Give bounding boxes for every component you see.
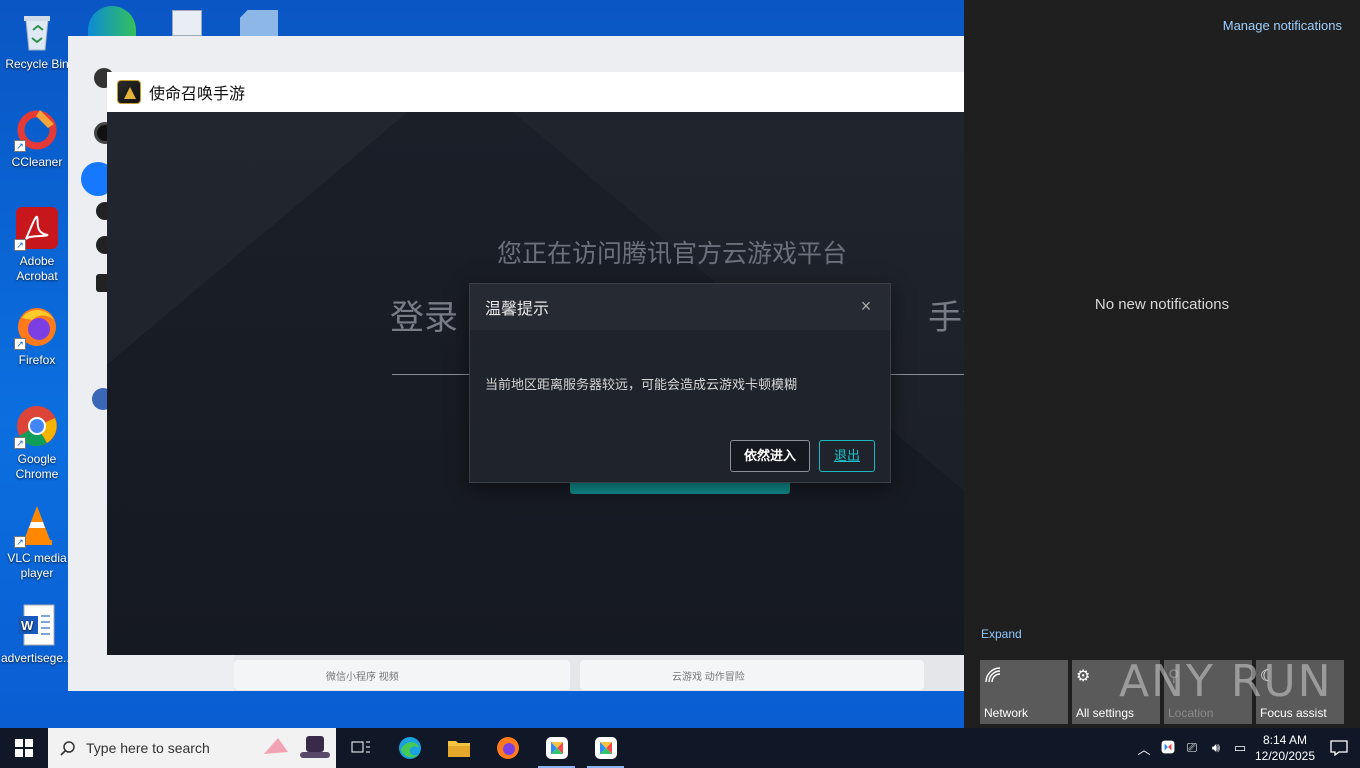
dialog-header: 温馨提示 × — [470, 284, 890, 330]
firefox-icon — [496, 737, 519, 759]
file-desktop-icon-partial[interactable] — [240, 10, 278, 36]
windows-logo-icon — [15, 739, 33, 757]
exit-button[interactable]: 退出 — [819, 440, 875, 472]
search-highlight-icon — [260, 732, 330, 764]
task-view-icon — [351, 741, 370, 753]
task-view-button[interactable] — [336, 728, 385, 768]
desktop-icon-label: Adobe Acrobat — [16, 254, 58, 283]
gear-icon: ⚙ — [1076, 668, 1091, 685]
expand-link[interactable]: Expand — [981, 627, 1022, 641]
clock-date: 12/20/2025 — [1254, 749, 1316, 763]
taskbar: Type here to search ︿ ⎚ 🔊︎ ▭ 8:14 AM 12/… — [0, 728, 1360, 768]
taskbar-cloud-game-button[interactable] — [581, 728, 630, 768]
bg-app-card[interactable] — [580, 660, 924, 690]
firefox-icon: ↗ — [14, 304, 60, 350]
vlc-cone-icon: ↗ — [14, 502, 60, 548]
desktop-icon-ccleaner[interactable]: ↗ CCleaner — [0, 106, 74, 170]
edge-desktop-icon-partial[interactable] — [88, 6, 136, 36]
game-titlebar[interactable]: 使命召唤手游 — [107, 72, 964, 112]
cloud-game-tray-icon[interactable] — [1156, 740, 1180, 757]
quick-action-network[interactable]: Network — [980, 660, 1068, 724]
cloud-game-app-icon — [594, 737, 617, 759]
desktop-icon-word-document[interactable]: W advertisege... — [0, 602, 74, 666]
taskbar-cloud-game-button[interactable] — [532, 728, 581, 768]
bg-app-card-text: 微信小程序 视频 — [326, 672, 399, 683]
folder-icon — [447, 741, 470, 757]
anyrun-watermark: ANY RUN — [1119, 656, 1333, 707]
tile-label: Location — [1168, 706, 1214, 720]
shortcut-arrow-icon: ↗ — [14, 536, 26, 548]
chrome-icon: ↗ — [14, 403, 60, 449]
game-subtitle: 您正在访问腾讯官方云游戏平台 — [497, 240, 848, 268]
shortcut-arrow-icon: ↗ — [14, 140, 26, 152]
tile-label: Focus assist — [1260, 706, 1327, 720]
game-window-title: 使命召唤手游 — [149, 86, 246, 103]
bg-app-card-text: 云游戏 动作冒险 — [672, 672, 745, 683]
tile-label: All settings — [1076, 706, 1135, 720]
desktop-icon-label: Firefox — [18, 353, 56, 367]
desktop-icon-adobe-acrobat[interactable]: ↗ Adobe Acrobat — [0, 205, 74, 284]
game-logo-icon — [117, 80, 141, 104]
desktop-icon-label: CCleaner — [11, 155, 63, 169]
meet-now-icon[interactable]: ⎚ — [1180, 740, 1204, 756]
continue-button[interactable]: 依然进入 — [730, 440, 810, 472]
dialog-title: 温馨提示 — [485, 301, 550, 318]
no-notifications-text: No new notifications — [1094, 296, 1230, 313]
file-desktop-icon-partial[interactable] — [172, 10, 202, 36]
taskbar-clock[interactable]: 8:14 AM 12/20/2025 — [1252, 732, 1318, 764]
game-headline-left: 登录 — [390, 299, 458, 337]
close-icon[interactable]: × — [858, 297, 874, 315]
clock-time: 8:14 AM — [1262, 733, 1308, 747]
bg-app-bottom-strip: 微信小程序 视频 云游戏 动作冒险 — [234, 654, 964, 691]
system-tray: ︿ ⎚ 🔊︎ ▭ 8:14 AM 12/20/2025 — [1132, 728, 1360, 768]
desktop-icon-label: Recycle Bin — [5, 57, 69, 71]
action-center-panel: Manage notifications No new notification… — [964, 0, 1360, 728]
taskbar-search-box[interactable]: Type here to search — [48, 728, 336, 768]
login-button-partial[interactable] — [570, 482, 790, 494]
search-icon — [60, 741, 75, 756]
edge-icon — [398, 737, 421, 759]
desktop-icon-firefox[interactable]: ↗ Firefox — [0, 304, 74, 368]
desktop-icons: Recycle Bin ↗ CCleaner ↗ Adobe Acrobat ↗… — [0, 0, 74, 728]
volume-icon[interactable]: 🔊︎ — [1204, 740, 1228, 756]
desktop-icon-label: advertisege... — [0, 651, 74, 665]
search-placeholder: Type here to search — [86, 740, 210, 756]
shortcut-arrow-icon: ↗ — [14, 437, 26, 449]
network-tray-icon[interactable]: ▭ — [1228, 740, 1252, 756]
notification-icon — [1330, 740, 1348, 756]
start-button[interactable] — [0, 728, 48, 768]
ccleaner-icon: ↗ — [14, 106, 60, 152]
desktop-icon-label: Google Chrome — [15, 452, 59, 481]
shortcut-arrow-icon: ↗ — [14, 338, 26, 350]
desktop-icon-label: VLC media player — [7, 551, 67, 580]
svg-text:W: W — [21, 618, 34, 633]
shortcut-arrow-icon: ↗ — [14, 239, 26, 251]
game-headline-right: 手游》 — [928, 299, 964, 337]
taskbar-firefox-button[interactable] — [483, 728, 532, 768]
recycle-bin-icon — [14, 8, 60, 54]
taskbar-file-explorer-button[interactable] — [434, 728, 483, 768]
notification-center-button[interactable] — [1318, 728, 1360, 768]
desktop-icon-google-chrome[interactable]: ↗ Google Chrome — [0, 403, 74, 482]
desktop-icon-vlc[interactable]: ↗ VLC media player — [0, 502, 74, 581]
taskbar-edge-button[interactable] — [385, 728, 434, 768]
manage-notifications-link[interactable]: Manage notifications — [1223, 18, 1342, 33]
chevron-up-icon[interactable]: ︿ — [1132, 739, 1156, 758]
adobe-acrobat-icon: ↗ — [14, 205, 60, 251]
desktop-icon-recycle-bin[interactable]: Recycle Bin — [0, 8, 74, 72]
tile-label: Network — [984, 706, 1029, 720]
network-icon — [984, 666, 1002, 689]
dialog-message: 当前地区距离服务器较远，可能会造成云游戏卡顿模糊 — [485, 377, 798, 392]
word-document-icon: W — [14, 602, 60, 648]
bg-app-card[interactable] — [234, 660, 570, 690]
cloud-game-app-icon — [545, 737, 568, 759]
warning-dialog: 温馨提示 × 当前地区距离服务器较远，可能会造成云游戏卡顿模糊 依然进入 退出 — [469, 283, 891, 483]
